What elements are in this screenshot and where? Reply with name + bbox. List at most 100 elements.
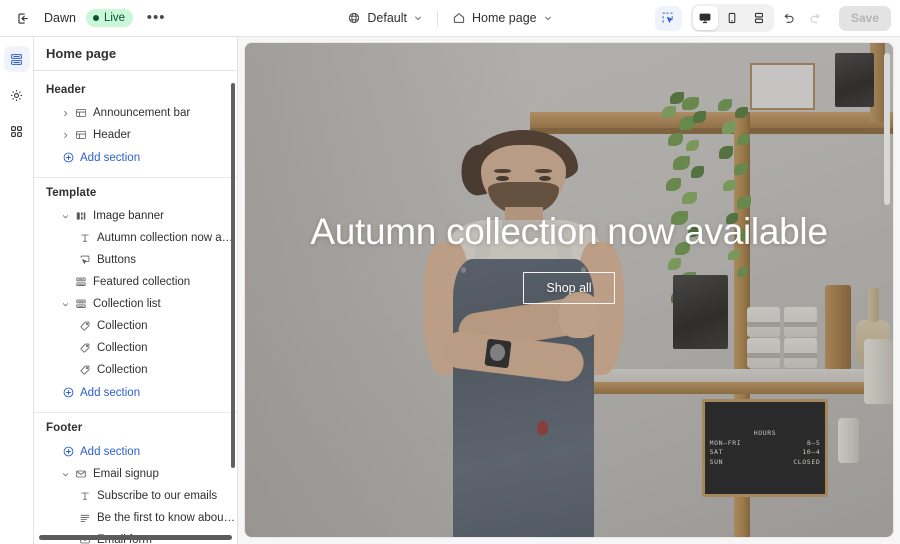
preview-area: HOURS MON—FRI 8—5 SAT 10—4 SUN CLOSED Au…	[238, 37, 900, 544]
add-section-button[interactable]: Add section	[34, 146, 237, 169]
inspector-select-icon[interactable]	[654, 5, 682, 31]
section-list-item-label: Announcement bar	[93, 107, 191, 119]
chevron-down-icon[interactable]	[59, 212, 72, 221]
theme-name[interactable]: Dawn	[44, 11, 76, 25]
section-list-item[interactable]: Featured collection	[34, 271, 237, 293]
collection-icon	[72, 276, 90, 288]
section-list-item[interactable]: Subscribe to our emails	[34, 485, 237, 507]
section-list-item-label: Collection	[97, 320, 148, 332]
tag-icon	[76, 320, 94, 332]
paragraph-icon	[76, 512, 94, 524]
section-list-item-label: Featured collection	[93, 276, 191, 288]
email-icon	[72, 468, 90, 480]
section-list-item[interactable]: Collection list	[34, 293, 237, 315]
section-list-item[interactable]: Header	[34, 124, 237, 146]
top-bar-left: Dawn Live •••	[0, 5, 169, 31]
page-title: Home page	[34, 37, 237, 71]
redo-icon	[803, 6, 828, 31]
top-bar-right: Save	[654, 0, 891, 36]
add-section-label: Add section	[80, 445, 141, 458]
sections-list[interactable]: Header Announcement bar Header Add section T…	[34, 71, 237, 544]
preview-scrollbar[interactable]	[884, 53, 890, 205]
top-bar: Dawn Live ••• Default Home page Save	[0, 0, 900, 37]
section-list-item[interactable]: Buttons	[34, 249, 237, 271]
status-badge: Live	[85, 9, 134, 27]
button-icon	[76, 254, 94, 266]
page-selector-label: Home page	[471, 11, 537, 25]
section-list-item[interactable]: Announcement bar	[34, 102, 237, 124]
section-group-label: Template	[46, 187, 97, 199]
save-button[interactable]: Save	[838, 5, 891, 31]
mobile-icon[interactable]	[720, 6, 745, 30]
chevron-down-icon[interactable]	[59, 470, 72, 479]
theme-selector[interactable]: Default	[340, 5, 430, 31]
shop-all-button[interactable]: Shop all	[523, 271, 615, 304]
more-options-button[interactable]: •••	[143, 5, 169, 31]
hero-heading: Autumn collection now available	[310, 210, 828, 252]
collection-icon	[72, 298, 90, 310]
section-group: Template Image banner Autumn collection no…	[34, 178, 237, 413]
section-list-item-label: Collection	[97, 342, 148, 354]
device-toggle-group	[690, 4, 774, 32]
section-list-item-label: Image banner	[93, 210, 164, 222]
sidebar-item-apps[interactable]	[4, 118, 30, 144]
add-section-button[interactable]: Add section	[34, 381, 237, 404]
undo-icon[interactable]	[776, 6, 801, 31]
sidebar-horizontal-scrollbar[interactable]	[39, 535, 232, 540]
sections-sidebar: Home page Header Announcement bar Header Ad…	[34, 37, 238, 544]
hero-content: Autumn collection now available Shop all	[245, 211, 893, 304]
section-group: Footer Add section Email signup Subscribe t…	[34, 413, 237, 544]
section-list-item[interactable]: Collection	[34, 359, 237, 381]
add-section-label: Add section	[80, 386, 141, 399]
desktop-icon[interactable]	[692, 6, 718, 30]
sidebar-vertical-scrollbar[interactable]	[231, 83, 235, 468]
section-list-item-label: Email signup	[93, 468, 159, 480]
toolbar-divider	[436, 9, 438, 27]
sidebar-item-sections[interactable]	[3, 46, 30, 72]
section-list-item-label: Header	[93, 129, 131, 141]
fullscreen-icon[interactable]	[747, 6, 772, 30]
store-preview-frame[interactable]: HOURS MON—FRI 8—5 SAT 10—4 SUN CLOSED Au…	[245, 43, 893, 537]
chevron-down-icon	[543, 13, 553, 23]
section-list-item[interactable]: Collection	[34, 337, 237, 359]
page-selector[interactable]: Home page	[445, 5, 560, 31]
section-list-item[interactable]: Email signup	[34, 463, 237, 485]
text-icon	[76, 232, 94, 244]
chevron-right-icon[interactable]	[59, 131, 72, 140]
section-icon	[72, 107, 90, 119]
section-group: Header Announcement bar Header Add section	[34, 75, 237, 178]
theme-selector-label: Default	[367, 11, 407, 25]
section-group-label: Footer	[46, 422, 83, 434]
plus-circle-icon	[59, 386, 77, 399]
globe-icon	[347, 11, 361, 25]
status-dot-icon	[92, 15, 99, 21]
section-list-item[interactable]: Be the first to know about new c...	[34, 507, 237, 529]
section-list-item-label: Be the first to know about new c...	[97, 512, 237, 524]
tag-icon	[76, 342, 94, 354]
section-list-item[interactable]: Collection	[34, 315, 237, 337]
plus-circle-icon	[59, 151, 77, 164]
image-banner-icon	[72, 210, 90, 222]
section-group-label: Header	[46, 84, 86, 96]
left-icon-rail	[0, 37, 34, 544]
more-options-label: •••	[146, 9, 166, 26]
section-list-item[interactable]: Image banner	[34, 205, 237, 227]
section-list-item-label: Buttons	[97, 254, 136, 266]
home-icon	[452, 11, 466, 25]
exit-arrow-icon[interactable]	[10, 5, 36, 31]
section-list-item-label: Collection	[97, 364, 148, 376]
section-list-item-label: Autumn collection now available	[97, 232, 237, 244]
chevron-down-icon[interactable]	[59, 300, 72, 309]
section-list-item[interactable]: Autumn collection now available	[34, 227, 237, 249]
text-icon	[76, 490, 94, 502]
chevron-right-icon[interactable]	[59, 109, 72, 118]
tag-icon	[76, 364, 94, 376]
add-section-label: Add section	[80, 151, 141, 164]
section-icon	[72, 129, 90, 141]
add-section-button[interactable]: Add section	[34, 440, 237, 463]
status-badge-label: Live	[103, 12, 126, 24]
plus-circle-icon	[59, 445, 77, 458]
section-list-item-label: Subscribe to our emails	[97, 490, 218, 502]
sidebar-item-theme-settings[interactable]	[4, 82, 30, 108]
chevron-down-icon	[413, 13, 423, 23]
